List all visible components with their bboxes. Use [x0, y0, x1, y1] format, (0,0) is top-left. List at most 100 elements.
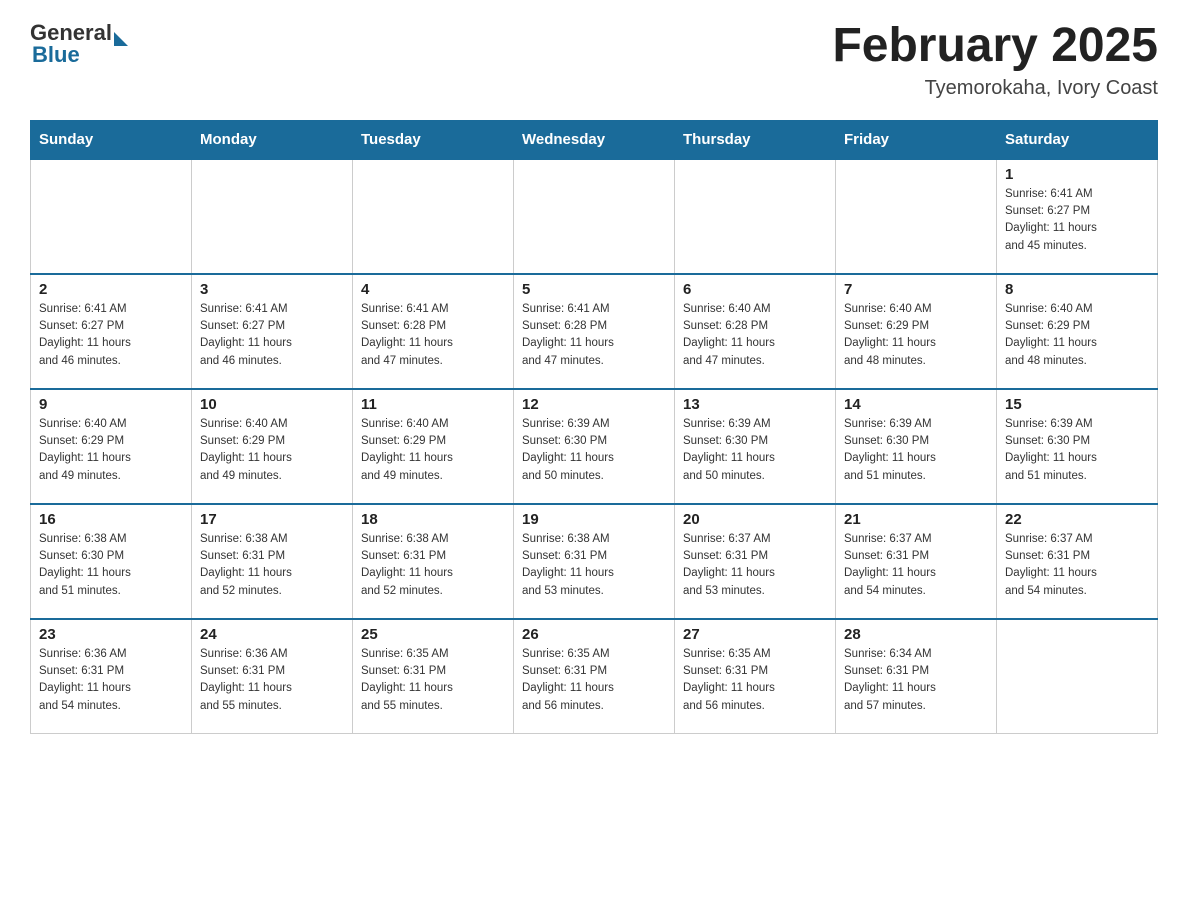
weekday-header-friday: Friday	[836, 120, 997, 159]
weekday-header-monday: Monday	[192, 120, 353, 159]
calendar-cell: 28 Sunrise: 6:34 AM Sunset: 6:31 PM Dayli…	[836, 619, 997, 734]
calendar-cell: 15Sunrise: 6:39 AM Sunset: 6:30 PM Dayli…	[997, 389, 1158, 504]
day-info: Sunrise: 6:35 AM Sunset: 6:31 PM Dayligh…	[361, 646, 505, 715]
day-number: 12	[522, 396, 666, 413]
calendar-cell: 18 Sunrise: 6:38 AM Sunset: 6:31 PM Dayli…	[353, 504, 514, 619]
calendar-cell	[836, 159, 997, 274]
day-number: 21	[844, 511, 988, 528]
page-header: General Blue February 2025 Tyemorokaha, …	[30, 20, 1158, 100]
day-number: 13	[683, 396, 827, 413]
calendar-cell: 7 Sunrise: 6:40 AM Sunset: 6:29 PM Daylig…	[836, 274, 997, 389]
day-number: 9	[39, 396, 183, 413]
day-info: Sunrise: 6:38 AM Sunset: 6:31 PM Dayligh…	[522, 531, 666, 600]
day-number: 23	[39, 626, 183, 643]
calendar-cell	[997, 619, 1158, 734]
calendar-cell: 1 Sunrise: 6:41 AM Sunset: 6:27 PM Daylig…	[997, 159, 1158, 274]
day-info: Sunrise: 6:40 AM Sunset: 6:28 PM Dayligh…	[683, 301, 827, 370]
day-info: Sunrise: 6:41 AM Sunset: 6:27 PM Dayligh…	[39, 301, 183, 370]
calendar-week-row: 2 Sunrise: 6:41 AM Sunset: 6:27 PM Daylig…	[31, 274, 1158, 389]
day-number: 2	[39, 281, 183, 298]
calendar-week-row: 16 Sunrise: 6:38 AM Sunset: 6:30 PM Dayli…	[31, 504, 1158, 619]
day-info: Sunrise: 6:37 AM Sunset: 6:31 PM Dayligh…	[844, 531, 988, 600]
day-number: 27	[683, 626, 827, 643]
calendar-cell: 12Sunrise: 6:39 AM Sunset: 6:30 PM Dayli…	[514, 389, 675, 504]
weekday-header-row: SundayMondayTuesdayWednesdayThursdayFrid…	[31, 120, 1158, 159]
calendar-cell: 14Sunrise: 6:39 AM Sunset: 6:30 PM Dayli…	[836, 389, 997, 504]
day-info: Sunrise: 6:38 AM Sunset: 6:31 PM Dayligh…	[200, 531, 344, 600]
day-info: Sunrise: 6:40 AM Sunset: 6:29 PM Dayligh…	[361, 416, 505, 485]
calendar-cell: 11 Sunrise: 6:40 AM Sunset: 6:29 PM Dayli…	[353, 389, 514, 504]
day-number: 28	[844, 626, 988, 643]
day-info: Sunrise: 6:36 AM Sunset: 6:31 PM Dayligh…	[200, 646, 344, 715]
calendar-cell: 20 Sunrise: 6:37 AM Sunset: 6:31 PM Dayli…	[675, 504, 836, 619]
day-info: Sunrise: 6:36 AM Sunset: 6:31 PM Dayligh…	[39, 646, 183, 715]
calendar-week-row: 1 Sunrise: 6:41 AM Sunset: 6:27 PM Daylig…	[31, 159, 1158, 274]
day-info: Sunrise: 6:40 AM Sunset: 6:29 PM Dayligh…	[200, 416, 344, 485]
day-info: Sunrise: 6:37 AM Sunset: 6:31 PM Dayligh…	[1005, 531, 1149, 600]
day-number: 24	[200, 626, 344, 643]
day-info: Sunrise: 6:41 AM Sunset: 6:28 PM Dayligh…	[522, 301, 666, 370]
day-number: 7	[844, 281, 988, 298]
calendar-cell: 13Sunrise: 6:39 AM Sunset: 6:30 PM Dayli…	[675, 389, 836, 504]
day-number: 26	[522, 626, 666, 643]
day-number: 14	[844, 396, 988, 413]
day-info: Sunrise: 6:40 AM Sunset: 6:29 PM Dayligh…	[1005, 301, 1149, 370]
day-info: Sunrise: 6:34 AM Sunset: 6:31 PM Dayligh…	[844, 646, 988, 715]
calendar-cell	[31, 159, 192, 274]
weekday-header-tuesday: Tuesday	[353, 120, 514, 159]
calendar-cell: 25 Sunrise: 6:35 AM Sunset: 6:31 PM Dayli…	[353, 619, 514, 734]
calendar-cell: 5 Sunrise: 6:41 AM Sunset: 6:28 PM Daylig…	[514, 274, 675, 389]
calendar-cell: 19 Sunrise: 6:38 AM Sunset: 6:31 PM Dayli…	[514, 504, 675, 619]
day-number: 17	[200, 511, 344, 528]
calendar-week-row: 9 Sunrise: 6:40 AM Sunset: 6:29 PM Daylig…	[31, 389, 1158, 504]
day-info: Sunrise: 6:37 AM Sunset: 6:31 PM Dayligh…	[683, 531, 827, 600]
day-number: 22	[1005, 511, 1149, 528]
calendar-cell: 24 Sunrise: 6:36 AM Sunset: 6:31 PM Dayli…	[192, 619, 353, 734]
weekday-header-thursday: Thursday	[675, 120, 836, 159]
calendar-cell: 4 Sunrise: 6:41 AM Sunset: 6:28 PM Daylig…	[353, 274, 514, 389]
day-info: Sunrise: 6:40 AM Sunset: 6:29 PM Dayligh…	[844, 301, 988, 370]
day-number: 8	[1005, 281, 1149, 298]
logo: General Blue	[30, 20, 128, 68]
day-info: Sunrise: 6:38 AM Sunset: 6:30 PM Dayligh…	[39, 531, 183, 600]
calendar-cell: 10Sunrise: 6:40 AM Sunset: 6:29 PM Dayli…	[192, 389, 353, 504]
day-info: Sunrise: 6:39 AM Sunset: 6:30 PM Dayligh…	[1005, 416, 1149, 485]
day-number: 18	[361, 511, 505, 528]
calendar-cell: 17 Sunrise: 6:38 AM Sunset: 6:31 PM Dayli…	[192, 504, 353, 619]
day-number: 16	[39, 511, 183, 528]
day-info: Sunrise: 6:40 AM Sunset: 6:29 PM Dayligh…	[39, 416, 183, 485]
calendar-cell: 16 Sunrise: 6:38 AM Sunset: 6:30 PM Dayli…	[31, 504, 192, 619]
day-number: 25	[361, 626, 505, 643]
day-number: 11	[361, 396, 505, 413]
day-number: 4	[361, 281, 505, 298]
calendar-cell	[353, 159, 514, 274]
calendar-week-row: 23 Sunrise: 6:36 AM Sunset: 6:31 PM Dayli…	[31, 619, 1158, 734]
weekday-header-sunday: Sunday	[31, 120, 192, 159]
calendar-cell	[514, 159, 675, 274]
day-info: Sunrise: 6:38 AM Sunset: 6:31 PM Dayligh…	[361, 531, 505, 600]
day-info: Sunrise: 6:41 AM Sunset: 6:27 PM Dayligh…	[1005, 186, 1149, 255]
day-info: Sunrise: 6:35 AM Sunset: 6:31 PM Dayligh…	[683, 646, 827, 715]
day-number: 19	[522, 511, 666, 528]
calendar-cell: 8 Sunrise: 6:40 AM Sunset: 6:29 PM Daylig…	[997, 274, 1158, 389]
day-number: 1	[1005, 166, 1149, 183]
calendar-cell: 22 Sunrise: 6:37 AM Sunset: 6:31 PM Dayli…	[997, 504, 1158, 619]
calendar-cell: 3Sunrise: 6:41 AM Sunset: 6:27 PM Daylig…	[192, 274, 353, 389]
day-info: Sunrise: 6:41 AM Sunset: 6:28 PM Dayligh…	[361, 301, 505, 370]
calendar-cell: 2 Sunrise: 6:41 AM Sunset: 6:27 PM Daylig…	[31, 274, 192, 389]
location-text: Tyemorokaha, Ivory Coast	[832, 77, 1158, 100]
calendar-cell: 21 Sunrise: 6:37 AM Sunset: 6:31 PM Dayli…	[836, 504, 997, 619]
calendar-cell: 26Sunrise: 6:35 AM Sunset: 6:31 PM Dayli…	[514, 619, 675, 734]
calendar-table: SundayMondayTuesdayWednesdayThursdayFrid…	[30, 120, 1158, 735]
calendar-cell: 23 Sunrise: 6:36 AM Sunset: 6:31 PM Dayli…	[31, 619, 192, 734]
calendar-cell	[192, 159, 353, 274]
calendar-cell	[675, 159, 836, 274]
day-number: 3	[200, 281, 344, 298]
day-number: 5	[522, 281, 666, 298]
day-number: 6	[683, 281, 827, 298]
day-number: 20	[683, 511, 827, 528]
logo-blue-text: Blue	[32, 42, 80, 68]
weekday-header-saturday: Saturday	[997, 120, 1158, 159]
title-section: February 2025 Tyemorokaha, Ivory Coast	[832, 20, 1158, 100]
month-title: February 2025	[832, 20, 1158, 73]
